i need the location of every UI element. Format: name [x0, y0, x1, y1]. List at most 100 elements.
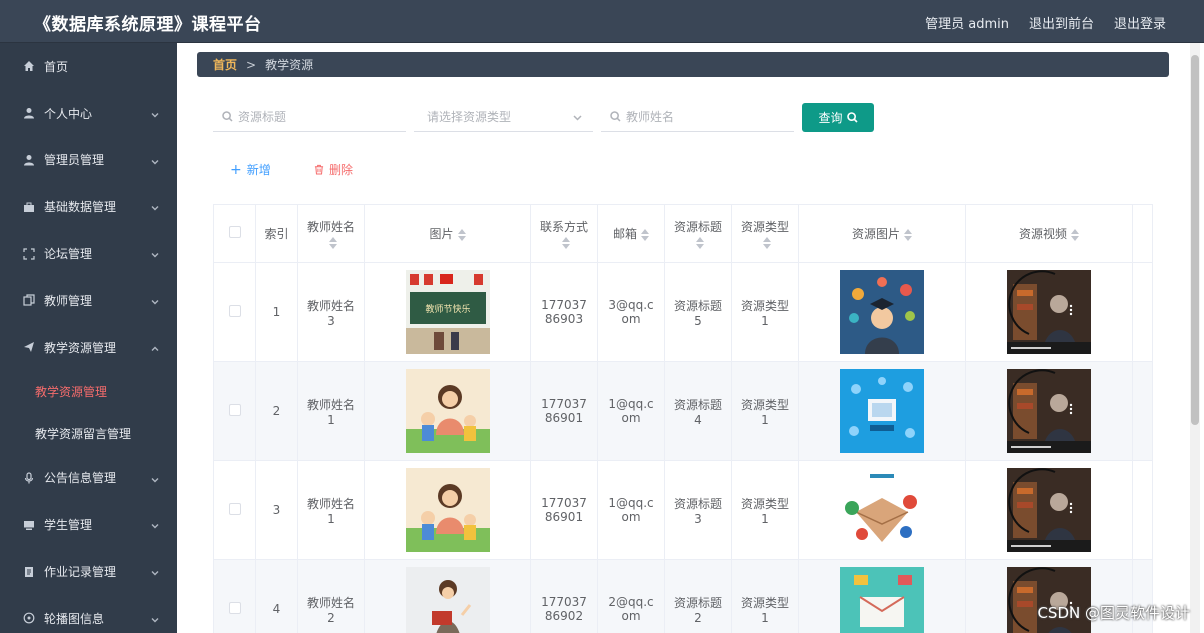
row-checkbox[interactable]	[228, 601, 241, 614]
sidebar-item-teaching-resources[interactable]: 教学资源管理	[0, 324, 177, 371]
sidebar-item-label: 教学资源管理	[44, 340, 117, 355]
sidebar-item-students[interactable]: 学生管理	[0, 501, 177, 548]
admin-label: 管理员 admin	[925, 17, 1009, 32]
index-cell: 2	[255, 361, 298, 461]
sidebar-item-teacher[interactable]: 教师管理	[0, 277, 177, 324]
phone-cell: 17703786901	[530, 361, 598, 461]
resource-image[interactable]	[840, 369, 924, 453]
document-icon	[22, 565, 36, 579]
column-header-resource-image[interactable]: 资源图片	[798, 204, 966, 263]
resource-title-search-input[interactable]: 资源标题	[213, 102, 406, 132]
sort-icon[interactable]	[457, 228, 466, 241]
teacher-name-search-input[interactable]: 教师姓名	[601, 102, 794, 132]
teacher-cell: 教师姓名2	[297, 559, 365, 633]
resource-video-cell	[965, 460, 1133, 560]
row-select-cell	[213, 559, 256, 633]
resource-type-select[interactable]: 请选择资源类型	[414, 102, 593, 132]
select-all-checkbox[interactable]	[228, 226, 241, 238]
teacher-cell: 教师姓名3	[297, 262, 365, 362]
chevron-down-icon	[151, 108, 159, 118]
briefcase-icon	[22, 200, 36, 214]
row-checkbox[interactable]	[228, 304, 241, 317]
row-checkbox[interactable]	[228, 502, 241, 515]
sidebar-item-label: 首页	[44, 59, 69, 74]
page-scrollbar-thumb[interactable]	[1191, 55, 1199, 425]
resource-image[interactable]	[840, 270, 924, 354]
resource-image-cell	[798, 460, 966, 560]
breadcrumb: 首页 > 教学资源	[197, 52, 1169, 77]
table-row[interactable]: 2 教师姓名1 17703786901 1@qq.com 资源标题4 资源类型1	[213, 361, 1153, 461]
breadcrumb-home[interactable]: 首页	[213, 56, 237, 73]
resource-title-cell: 资源标题3	[664, 460, 732, 560]
index-cell: 3	[255, 460, 298, 560]
table-row[interactable]: 3 教师姓名1 17703786901 1@qq.com 资源标题3 资源类型1	[213, 460, 1153, 560]
trash-icon	[314, 164, 324, 175]
sidebar-item-home[interactable]: 首页	[0, 43, 177, 90]
sidebar-item-homework[interactable]: 作业记录管理	[0, 548, 177, 595]
resource-title-cell: 资源标题5	[664, 262, 732, 362]
row-select-cell	[213, 460, 256, 560]
row-select-cell	[213, 361, 256, 461]
send-icon	[22, 340, 36, 354]
delete-button[interactable]: 删除	[314, 161, 353, 178]
sort-icon[interactable]	[329, 236, 337, 249]
column-header-resource-title[interactable]: 资源标题	[664, 204, 732, 263]
email-cell: 2@qq.com	[597, 559, 665, 633]
query-button[interactable]: 查询	[802, 103, 874, 132]
sidebar-subitem-resource-management[interactable]: 教学资源管理	[0, 371, 177, 413]
chevron-down-icon	[151, 155, 159, 165]
table-header-row: 索引 教师姓名 图片 联系方式 邮箱 资源标题 资源类型 资源图片 资源视频	[213, 204, 1153, 263]
video-thumbnail[interactable]	[1007, 270, 1091, 354]
resource-image-cell	[798, 361, 966, 461]
sidebar-item-forum[interactable]: 论坛管理	[0, 230, 177, 277]
sidebar-item-label: 教师管理	[44, 293, 93, 308]
sort-icon[interactable]	[763, 236, 771, 249]
column-header-email[interactable]: 邮箱	[597, 204, 665, 263]
teacher-photo[interactable]	[405, 369, 490, 453]
top-links: 管理员 admin 退出到前台 退出登录	[925, 13, 1166, 32]
column-header-resource-video[interactable]: 资源视频	[965, 204, 1133, 263]
back-to-front-link[interactable]: 退出到前台	[1029, 13, 1094, 32]
extra-cell	[1132, 361, 1153, 461]
video-thumbnail[interactable]	[1007, 468, 1091, 552]
sidebar-item-admin-management[interactable]: 管理员管理	[0, 137, 177, 184]
chevron-down-icon	[151, 201, 159, 211]
table-row[interactable]: 4 教师姓名2 17703786902 2@qq.com 资源标题2 资源类型1	[213, 559, 1153, 633]
teacher-photo[interactable]: 教师节快乐	[405, 270, 490, 354]
table-row[interactable]: 1 教师姓名3 教师节快乐 17703786903 3@qq.com 资源标题5…	[213, 262, 1153, 362]
email-cell: 1@qq.com	[597, 460, 665, 560]
column-header-phone[interactable]: 联系方式	[530, 204, 598, 263]
sidebar-item-label: 论坛管理	[44, 247, 93, 262]
phone-cell: 17703786901	[530, 460, 598, 560]
row-checkbox[interactable]	[228, 403, 241, 416]
logout-link[interactable]: 退出登录	[1114, 13, 1166, 32]
video-thumbnail[interactable]	[1007, 369, 1091, 453]
resource-image[interactable]	[840, 468, 924, 552]
sidebar-item-label: 作业记录管理	[44, 565, 117, 580]
video-thumbnail[interactable]	[1007, 567, 1091, 633]
teacher-photo[interactable]	[405, 567, 490, 633]
teacher-photo[interactable]	[405, 468, 490, 552]
sort-icon[interactable]	[641, 228, 649, 241]
sidebar-item-basic-data[interactable]: 基础数据管理	[0, 183, 177, 230]
sidebar-subitem-resource-comments[interactable]: 教学资源留言管理	[0, 413, 177, 455]
frame-icon	[22, 247, 36, 261]
sort-icon[interactable]	[696, 236, 704, 249]
breadcrumb-current: 教学资源	[265, 58, 314, 72]
home-icon	[22, 59, 36, 73]
column-header-resource-type[interactable]: 资源类型	[731, 204, 799, 263]
add-button[interactable]: + 新增	[230, 161, 271, 178]
sidebar-item-carousel[interactable]: 轮播图信息	[0, 595, 177, 633]
resource-image-cell	[798, 262, 966, 362]
resource-title-placeholder: 资源标题	[238, 110, 287, 124]
sort-icon[interactable]	[904, 228, 912, 241]
sidebar-item-personal-center[interactable]: 个人中心	[0, 90, 177, 137]
plus-icon: +	[230, 161, 242, 178]
sort-icon[interactable]	[1071, 228, 1079, 241]
column-header-teacher[interactable]: 教师姓名	[297, 204, 365, 263]
watermark: CSDN @图灵软件设计	[1037, 604, 1190, 622]
column-header-image[interactable]: 图片	[364, 204, 531, 263]
sort-icon[interactable]	[562, 236, 570, 249]
sidebar-item-announcements[interactable]: 公告信息管理	[0, 455, 177, 502]
resource-image[interactable]	[840, 567, 924, 633]
